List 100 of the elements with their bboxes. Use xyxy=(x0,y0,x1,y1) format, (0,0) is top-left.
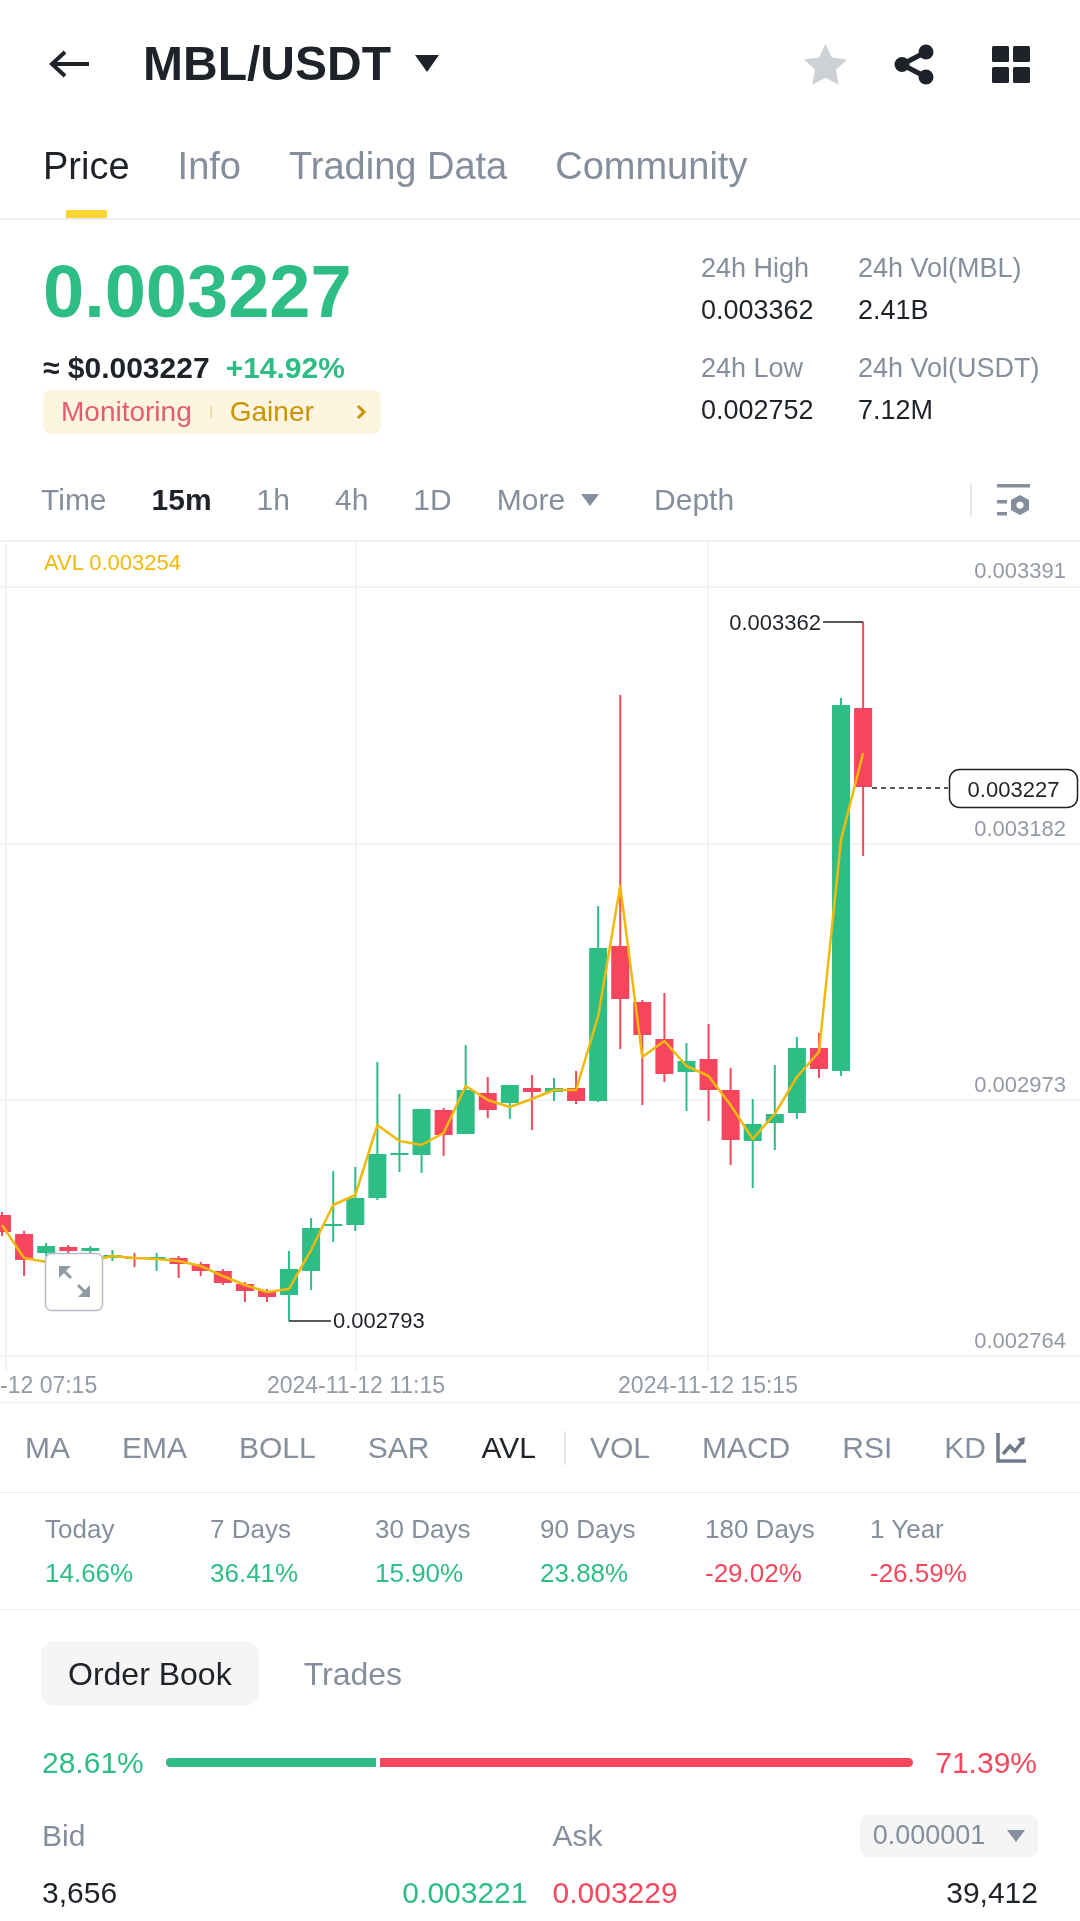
ask-amount: 39,412 xyxy=(946,1875,1038,1911)
period-label: Today xyxy=(45,1514,116,1544)
time-axis-label: -12 07:15 xyxy=(0,1372,98,1398)
back-arrow-icon[interactable] xyxy=(48,49,90,79)
period-change: -26.59% xyxy=(870,1558,968,1588)
chart-settings-icon[interactable] xyxy=(997,484,1030,516)
bid-price: 0.003221 xyxy=(402,1875,528,1911)
bid-ratio-text: 28.61% xyxy=(42,1744,144,1781)
price-change: +14.92% xyxy=(225,350,345,386)
period-label: 90 Days xyxy=(540,1514,637,1544)
candle xyxy=(500,1084,519,1120)
candle xyxy=(37,1242,56,1257)
usd-price: ≈ $0.003227 xyxy=(43,350,210,386)
candle xyxy=(545,1077,563,1102)
candle xyxy=(478,1076,497,1119)
grid-icon[interactable] xyxy=(992,45,1030,83)
time-axis-label: 2024-11-12 11:15 xyxy=(266,1372,446,1398)
expand-icon xyxy=(59,1266,90,1297)
interval-tab[interactable]: More xyxy=(496,482,600,518)
indicator-tab[interactable]: MACD xyxy=(701,1429,791,1466)
bid-amount: 3,656 xyxy=(42,1875,118,1911)
stat-value: 0.002752 xyxy=(701,394,815,426)
candle xyxy=(81,1245,100,1254)
pair-selector[interactable]: MBL/USDT xyxy=(143,37,439,91)
indicator-tab[interactable]: SAR xyxy=(367,1429,430,1466)
expand-button[interactable] xyxy=(44,1252,104,1312)
tab[interactable]: Info xyxy=(177,128,241,218)
candle xyxy=(0,1211,11,1237)
book-tab[interactable]: Order Book xyxy=(41,1641,259,1706)
period-label: 180 Days xyxy=(705,1514,816,1544)
book-tab[interactable]: Trades xyxy=(303,1641,403,1706)
candle xyxy=(567,1070,586,1105)
indicator-tab[interactable]: BOLL xyxy=(239,1429,316,1466)
period-change: 15.90% xyxy=(375,1558,465,1588)
tab[interactable]: Price xyxy=(43,128,130,218)
leader-line xyxy=(822,621,864,623)
candle xyxy=(677,1042,696,1112)
candle xyxy=(522,1074,541,1131)
caret-down-icon xyxy=(581,494,600,506)
tab[interactable]: Community xyxy=(555,128,748,218)
gainer-tag: Gainer xyxy=(229,391,314,433)
chevron-right-icon xyxy=(356,404,367,420)
stat-label: 24h Vol(USDT) xyxy=(858,352,1040,384)
candle xyxy=(257,1288,276,1303)
column-header: Ask xyxy=(552,1818,603,1854)
high-price-label: 0.003362 xyxy=(729,610,821,635)
star-icon[interactable] xyxy=(804,43,847,85)
price-axis-label: 0.003182 xyxy=(974,816,1066,841)
period-change: 36.41% xyxy=(210,1558,300,1588)
last-price-tag: 0.003227 xyxy=(948,768,1079,809)
interval-tab[interactable]: 4h xyxy=(335,482,369,518)
ask-price: 0.003229 xyxy=(552,1875,678,1911)
last-price: 0.003227 xyxy=(43,255,353,329)
period-change: 23.88% xyxy=(540,1558,630,1588)
ask-ratio-text: 71.39% xyxy=(935,1744,1037,1781)
indicator-value-label: AVL 0.003254 xyxy=(44,550,181,575)
interval-tab[interactable]: Depth xyxy=(654,482,735,518)
price-axis-label: 0.002764 xyxy=(974,1328,1066,1353)
stat-label: 24h Low xyxy=(701,352,805,384)
candle xyxy=(809,1032,828,1079)
interval-tab[interactable]: 1D xyxy=(413,482,452,518)
indicator-tab[interactable]: RSI xyxy=(842,1429,893,1466)
candle xyxy=(434,1107,453,1157)
period-label: 7 Days xyxy=(210,1514,292,1544)
tag-strip[interactable]: Monitoring Gainer xyxy=(43,390,381,434)
candle xyxy=(280,1250,299,1322)
indicator-tab[interactable]: VOL xyxy=(589,1429,650,1466)
caret-down-icon xyxy=(414,55,439,73)
tab[interactable]: Trading Data xyxy=(288,128,508,218)
stat-label: 24h High xyxy=(701,252,811,284)
indicator-tab[interactable]: KD xyxy=(944,1429,986,1466)
column-header: Bid xyxy=(42,1818,86,1854)
stat-value: 7.12M xyxy=(858,394,935,426)
price-axis-label: 0.003391 xyxy=(974,558,1066,583)
share-icon[interactable] xyxy=(894,43,935,85)
line-chart-icon[interactable] xyxy=(996,1432,1026,1463)
indicator-tab[interactable]: MA xyxy=(25,1429,70,1466)
candle xyxy=(169,1255,188,1279)
interval-tab[interactable]: Time xyxy=(41,482,107,518)
price-axis-label: 0.002973 xyxy=(974,1072,1066,1097)
indicator-tab[interactable]: AVL xyxy=(481,1429,536,1466)
period-label: 30 Days xyxy=(375,1514,472,1544)
low-price-label: 0.002793 xyxy=(333,1308,425,1333)
period-change: 14.66% xyxy=(45,1558,135,1588)
caret-down-icon xyxy=(1007,1829,1026,1842)
candle xyxy=(191,1261,210,1277)
candle xyxy=(346,1166,365,1232)
stat-value: 0.003362 xyxy=(701,294,815,326)
interval-tab[interactable]: 1h xyxy=(256,482,290,518)
candle xyxy=(15,1230,34,1277)
stat-value: 2.41B xyxy=(858,294,930,326)
precision-dropdown[interactable]: 0.000001 xyxy=(860,1814,1038,1857)
period-change: -29.02% xyxy=(705,1558,803,1588)
indicator-tab[interactable]: EMA xyxy=(122,1429,187,1466)
candle xyxy=(412,1108,431,1174)
leader-line xyxy=(288,1320,332,1322)
candle xyxy=(213,1268,232,1286)
time-axis-label: 2024-11-12 15:15 xyxy=(618,1372,798,1398)
interval-tab[interactable]: 15m xyxy=(151,482,212,518)
monitoring-tag: Monitoring xyxy=(61,391,192,433)
